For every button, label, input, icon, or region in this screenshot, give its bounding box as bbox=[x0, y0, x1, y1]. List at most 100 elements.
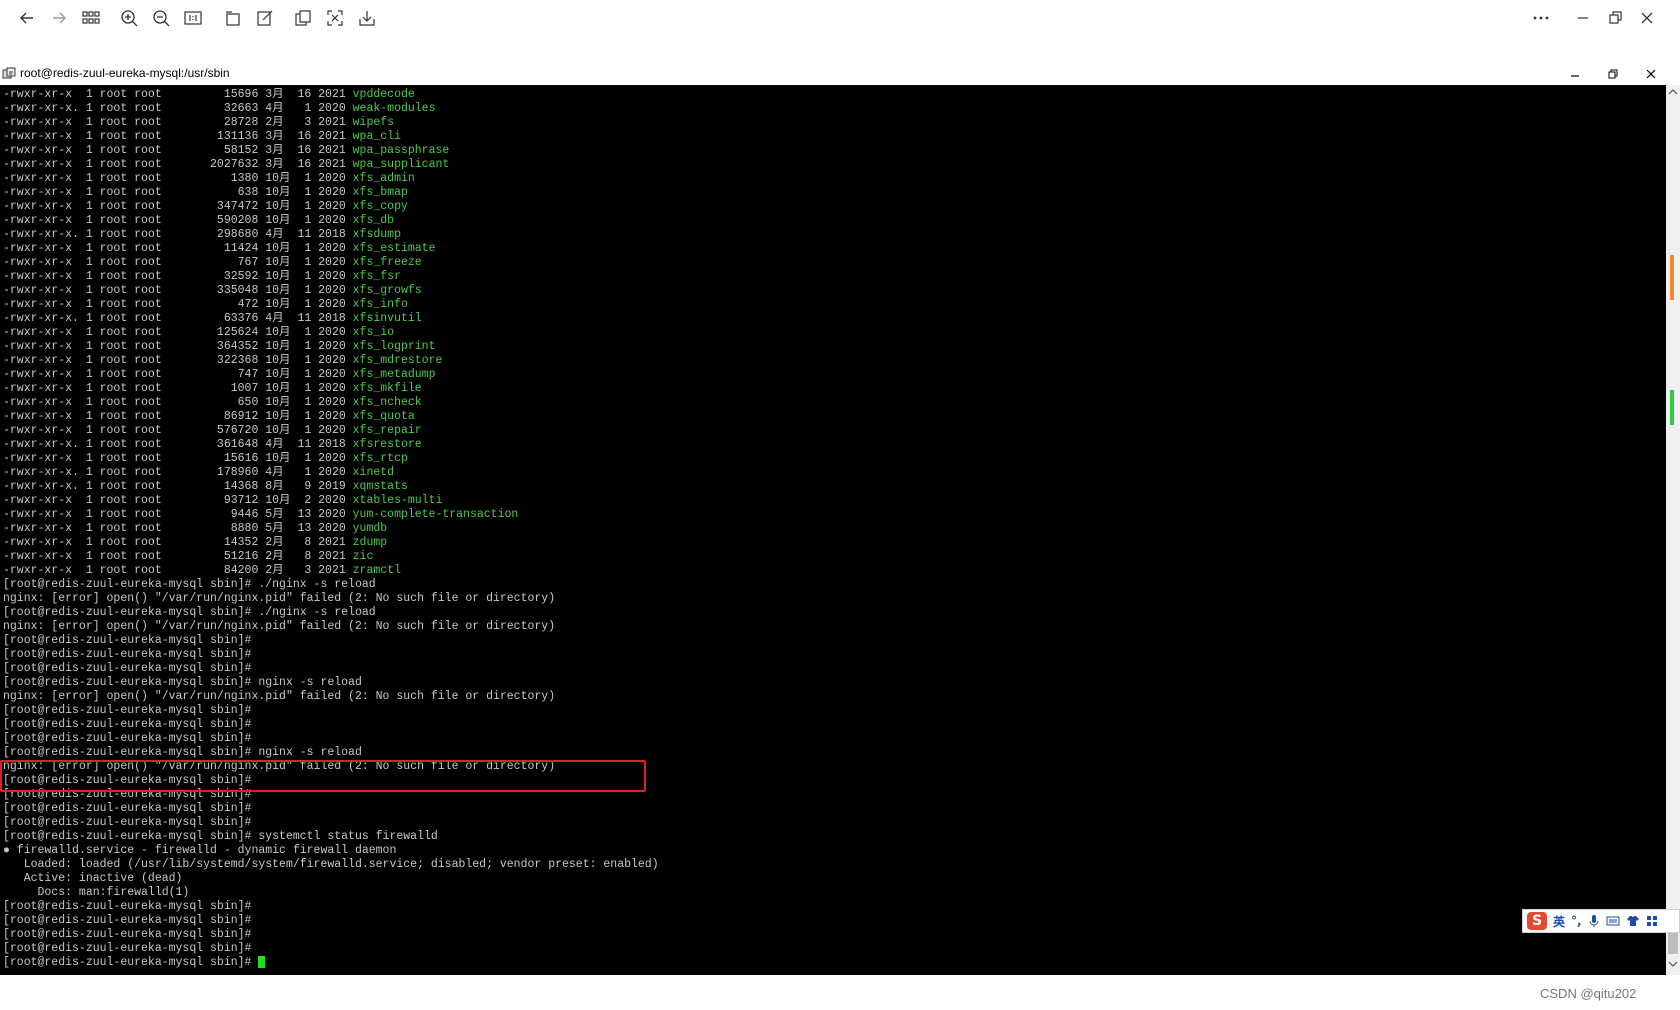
listing-row: -rwxr-xr-x 1 root root 9446 5月 13 2020 y… bbox=[3, 508, 659, 522]
forward-arrow-icon[interactable] bbox=[48, 7, 70, 29]
grid-icon[interactable] bbox=[80, 7, 102, 29]
listing-row: -rwxr-xr-x. 1 root root 14368 8月 9 2019 … bbox=[3, 480, 659, 494]
rotate-icon[interactable] bbox=[222, 7, 244, 29]
restore-icon[interactable] bbox=[1604, 7, 1626, 29]
listing-filename: zdump bbox=[352, 536, 388, 549]
listing-meta: -rwxr-xr-x 1 root root 322368 10月 1 2020 bbox=[3, 354, 353, 367]
terminal-close-icon[interactable] bbox=[1636, 64, 1666, 84]
scroll-marker-green bbox=[1670, 390, 1674, 425]
listing-filename: xqmstats bbox=[352, 480, 408, 493]
ime-toolbar[interactable]: S 英 °, bbox=[1522, 909, 1680, 933]
scroll-thumb[interactable] bbox=[1668, 930, 1678, 954]
listing-row: -rwxr-xr-x 1 root root 125624 10月 1 2020… bbox=[3, 326, 659, 340]
shirt-icon[interactable] bbox=[1626, 915, 1640, 927]
terminal-scrollbar[interactable] bbox=[1666, 85, 1680, 975]
listing-filename: zic bbox=[352, 550, 374, 563]
listing-filename: wipefs bbox=[352, 116, 395, 129]
terminal-restore-icon[interactable] bbox=[1598, 64, 1628, 84]
listing-row: -rwxr-xr-x 1 root root 747 10月 1 2020 xf… bbox=[3, 368, 659, 382]
listing-filename: yumdb bbox=[352, 522, 388, 535]
listing-meta: -rwxr-xr-x 1 root root 767 10月 1 2020 bbox=[3, 256, 353, 269]
listing-meta: -rwxr-xr-x. 1 root root 63376 4月 11 2018 bbox=[3, 312, 353, 325]
listing-filename: wpa_supplicant bbox=[352, 158, 450, 171]
terminal-cursor bbox=[258, 956, 266, 968]
listing-filename: vpddecode bbox=[352, 88, 415, 101]
listing-row: -rwxr-xr-x 1 root root 322368 10月 1 2020… bbox=[3, 354, 659, 368]
listing-row: -rwxr-xr-x 1 root root 14352 2月 8 2021 z… bbox=[3, 536, 659, 550]
more-icon[interactable] bbox=[1530, 7, 1552, 29]
listing-meta: -rwxr-xr-x 1 root root 84200 2月 3 2021 bbox=[3, 564, 353, 577]
listing-filename: xfs_io bbox=[352, 326, 395, 339]
output-line: Docs: man:firewalld(1) bbox=[3, 886, 190, 899]
prompt-line: [root@redis-zuul-eureka-mysql sbin]# bbox=[3, 942, 252, 955]
terminal-output[interactable]: -rwxr-xr-x 1 root root 15696 3月 16 2021 … bbox=[0, 85, 1666, 975]
grid-icon[interactable] bbox=[1646, 915, 1658, 927]
actual-size-icon[interactable] bbox=[182, 7, 204, 29]
terminal-lines: -rwxr-xr-x 1 root root 15696 3月 16 2021 … bbox=[3, 88, 659, 970]
listing-filename: weak-modules bbox=[352, 102, 436, 115]
ime-punctuation-toggle[interactable]: °, bbox=[1571, 914, 1582, 928]
save-icon[interactable] bbox=[356, 7, 378, 29]
listing-filename: xfs_repair bbox=[352, 424, 422, 437]
prompt-line: [root@redis-zuul-eureka-mysql sbin]# bbox=[3, 662, 252, 675]
listing-meta: -rwxr-xr-x 1 root root 58152 3月 16 2021 bbox=[3, 144, 353, 157]
output-line: nginx: [error] open() "/var/run/nginx.pi… bbox=[3, 690, 556, 703]
minimize-icon[interactable] bbox=[1572, 7, 1594, 29]
listing-row: -rwxr-xr-x 1 root root 335048 10月 1 2020… bbox=[3, 284, 659, 298]
listing-meta: -rwxr-xr-x 1 root root 2027632 3月 16 202… bbox=[3, 158, 353, 171]
listing-row: -rwxr-xr-x. 1 root root 298680 4月 11 201… bbox=[3, 228, 659, 242]
listing-meta: -rwxr-xr-x 1 root root 1007 10月 1 2020 bbox=[3, 382, 353, 395]
listing-filename: wpa_passphrase bbox=[352, 144, 450, 157]
listing-row: -rwxr-xr-x. 1 root root 178960 4月 1 2020… bbox=[3, 466, 659, 480]
listing-filename: xfs_freeze bbox=[352, 256, 422, 269]
listing-filename: xfs_growfs bbox=[352, 284, 422, 297]
listing-row: -rwxr-xr-x 1 root root 576720 10月 1 2020… bbox=[3, 424, 659, 438]
listing-row: -rwxr-xr-x 1 root root 32592 10月 1 2020 … bbox=[3, 270, 659, 284]
mic-icon[interactable] bbox=[1588, 914, 1600, 928]
listing-meta: -rwxr-xr-x. 1 root root 361648 4月 11 201… bbox=[3, 438, 353, 451]
fullscreen-icon[interactable] bbox=[324, 7, 346, 29]
listing-meta: -rwxr-xr-x 1 root root 364352 10月 1 2020 bbox=[3, 340, 353, 353]
output-line: Active: inactive (dead) bbox=[3, 872, 183, 885]
listing-filename: xfs_mdrestore bbox=[352, 354, 443, 367]
keyboard-icon[interactable] bbox=[1606, 915, 1620, 927]
prompt-line: [root@redis-zuul-eureka-mysql sbin]# bbox=[3, 928, 252, 941]
scroll-down-icon[interactable] bbox=[1666, 957, 1680, 971]
scroll-up-icon[interactable] bbox=[1666, 85, 1680, 99]
ime-logo-icon[interactable]: S bbox=[1527, 912, 1547, 930]
copy-icon[interactable] bbox=[292, 7, 314, 29]
close-icon[interactable] bbox=[1636, 7, 1658, 29]
prompt-line: [root@redis-zuul-eureka-mysql sbin]# bbox=[3, 732, 252, 745]
prompt-line: [root@redis-zuul-eureka-mysql sbin]# bbox=[3, 648, 252, 661]
listing-meta: -rwxr-xr-x. 1 root root 178960 4月 1 2020 bbox=[3, 466, 353, 479]
prompt-line: [root@redis-zuul-eureka-mysql sbin]# ngi… bbox=[3, 746, 362, 759]
listing-row: -rwxr-xr-x 1 root root 51216 2月 8 2021 z… bbox=[3, 550, 659, 564]
listing-meta: -rwxr-xr-x 1 root root 28728 2月 3 2021 bbox=[3, 116, 353, 129]
edit-icon[interactable] bbox=[254, 7, 276, 29]
listing-meta: -rwxr-xr-x 1 root root 638 10月 1 2020 bbox=[3, 186, 353, 199]
listing-row: -rwxr-xr-x 1 root root 347472 10月 1 2020… bbox=[3, 200, 659, 214]
listing-filename: xfs_copy bbox=[352, 200, 408, 213]
output-line: ● firewalld.service - firewalld - dynami… bbox=[3, 844, 397, 857]
prompt-line: [root@redis-zuul-eureka-mysql sbin]# bbox=[3, 914, 252, 927]
listing-row: -rwxr-xr-x 1 root root 1380 10月 1 2020 x… bbox=[3, 172, 659, 186]
back-arrow-icon[interactable] bbox=[16, 7, 38, 29]
zoom-out-icon[interactable] bbox=[150, 7, 172, 29]
output-line: nginx: [error] open() "/var/run/nginx.pi… bbox=[3, 620, 556, 633]
ime-language-toggle[interactable]: 英 bbox=[1553, 913, 1565, 930]
listing-meta: -rwxr-xr-x 1 root root 11424 10月 1 2020 bbox=[3, 242, 353, 255]
listing-filename: wpa_cli bbox=[352, 130, 401, 143]
zoom-in-icon[interactable] bbox=[118, 7, 140, 29]
listing-filename: xfsdump bbox=[352, 228, 401, 241]
listing-filename: xfs_bmap bbox=[352, 186, 408, 199]
listing-row: -rwxr-xr-x 1 root root 84200 2月 3 2021 z… bbox=[3, 564, 659, 578]
prompt-line: [root@redis-zuul-eureka-mysql sbin]# ./n… bbox=[3, 578, 376, 591]
listing-row: -rwxr-xr-x 1 root root 364352 10月 1 2020… bbox=[3, 340, 659, 354]
watermark: CSDN @qitu202 bbox=[1540, 986, 1637, 1001]
terminal-minimize-icon[interactable] bbox=[1560, 64, 1590, 84]
listing-filename: xfs_fsr bbox=[352, 270, 401, 283]
listing-meta: -rwxr-xr-x 1 root root 93712 10月 2 2020 bbox=[3, 494, 353, 507]
listing-filename: xtables-multi bbox=[352, 494, 443, 507]
listing-meta: -rwxr-xr-x. 1 root root 14368 8月 9 2019 bbox=[3, 480, 353, 493]
listing-meta: -rwxr-xr-x 1 root root 15616 10月 1 2020 bbox=[3, 452, 353, 465]
